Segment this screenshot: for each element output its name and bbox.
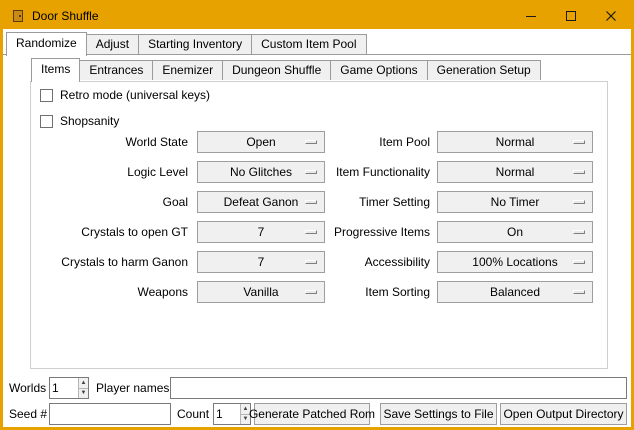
field-label-crystals-open-gt: Crystals to open GT — [23, 221, 188, 243]
checkbox-box[interactable] — [40, 115, 53, 128]
generate-patched-rom-button[interactable]: Generate Patched Rom — [254, 403, 370, 425]
tab-randomize[interactable]: Randomize — [6, 32, 87, 56]
save-settings-button[interactable]: Save Settings to File — [380, 403, 497, 425]
dropdown-item-pool[interactable]: Normal — [437, 131, 593, 153]
dropdown-indicator-icon — [573, 290, 585, 294]
dropdown-value: No Timer — [491, 195, 540, 209]
field-label-goal: Goal — [23, 191, 188, 213]
tab-enemizer[interactable]: Enemizer — [152, 60, 223, 80]
tab-entrances[interactable]: Entrances — [79, 60, 153, 80]
tab-items[interactable]: Items — [31, 58, 80, 82]
minimize-icon[interactable] — [511, 3, 551, 29]
player-names-input[interactable] — [170, 377, 627, 399]
dropdown-value: On — [507, 225, 523, 239]
close-icon[interactable] — [591, 3, 631, 29]
dropdown-value: 100% Locations — [472, 255, 557, 269]
field-label-item-pool: Item Pool — [258, 131, 430, 153]
field-label-progressive-items: Progressive Items — [258, 221, 430, 243]
tab-custom-item-pool[interactable]: Custom Item Pool — [251, 34, 366, 54]
tab-game-options[interactable]: Game Options — [330, 60, 427, 80]
dropdown-indicator-icon — [573, 140, 585, 144]
maximize-icon[interactable] — [551, 3, 591, 29]
field-label-timer-setting: Timer Setting — [258, 191, 430, 213]
worlds-input[interactable] — [50, 378, 78, 398]
dropdown-timer-setting[interactable]: No Timer — [437, 191, 593, 213]
worlds-spinner[interactable]: ▲ ▼ — [49, 377, 89, 399]
field-label-weapons: Weapons — [23, 281, 188, 303]
player-names-label: Player names — [96, 377, 169, 399]
field-label-crystals-harm-ganon: Crystals to harm Ganon — [23, 251, 188, 273]
spinner-down-icon[interactable]: ▼ — [79, 388, 88, 399]
field-label-item-sorting: Item Sorting — [258, 281, 430, 303]
tab-dungeon-shuffle[interactable]: Dungeon Shuffle — [222, 60, 331, 80]
dropdown-item-sorting[interactable]: Balanced — [437, 281, 593, 303]
count-input[interactable] — [214, 404, 240, 424]
outer-tabbar: Randomize Adjust Starting Inventory Cust… — [6, 34, 366, 56]
tab-generation-setup[interactable]: Generation Setup — [427, 60, 541, 80]
checkbox-box[interactable] — [40, 89, 53, 102]
checkbox-label: Retro mode (universal keys) — [60, 88, 210, 102]
dropdown-indicator-icon — [573, 170, 585, 174]
window-controls — [511, 3, 631, 29]
seed-input[interactable] — [49, 403, 171, 425]
window-title: Door Shuffle — [32, 9, 99, 23]
open-output-directory-button[interactable]: Open Output Directory — [500, 403, 627, 425]
field-label-item-functionality: Item Functionality — [258, 161, 430, 183]
dropdown-indicator-icon — [573, 260, 585, 264]
field-label-accessibility: Accessibility — [258, 251, 430, 273]
dropdown-progressive-items[interactable]: On — [437, 221, 593, 243]
spinner-up-icon[interactable]: ▲ — [79, 378, 88, 388]
titlebar[interactable]: Door Shuffle — [3, 3, 631, 29]
app-icon — [10, 8, 26, 24]
inner-tabbar: Items Entrances Enemizer Dungeon Shuffle… — [31, 60, 540, 82]
dropdown-value: Normal — [496, 165, 535, 179]
dropdown-indicator-icon — [573, 230, 585, 234]
checkbox-retro-mode[interactable]: Retro mode (universal keys) — [40, 86, 210, 104]
checkbox-label: Shopsanity — [60, 114, 119, 128]
dropdown-value: Normal — [496, 135, 535, 149]
spinner-buttons: ▲ ▼ — [78, 378, 88, 398]
dropdown-indicator-icon — [573, 200, 585, 204]
tab-adjust[interactable]: Adjust — [86, 34, 139, 54]
dropdown-accessibility[interactable]: 100% Locations — [437, 251, 593, 273]
tab-starting-inventory[interactable]: Starting Inventory — [138, 34, 252, 54]
dropdown-item-functionality[interactable]: Normal — [437, 161, 593, 183]
field-label-logic-level: Logic Level — [23, 161, 188, 183]
worlds-label: Worlds — [9, 377, 46, 399]
checkbox-shopsanity[interactable]: Shopsanity — [40, 112, 119, 130]
field-label-world-state: World State — [23, 131, 188, 153]
count-label: Count — [177, 403, 209, 425]
count-spinner[interactable]: ▲ ▼ — [213, 403, 251, 425]
seed-label: Seed # — [9, 403, 47, 425]
app-window: Door Shuffle Randomize Adjust Starting I… — [0, 0, 634, 430]
dropdown-value: Balanced — [490, 285, 540, 299]
